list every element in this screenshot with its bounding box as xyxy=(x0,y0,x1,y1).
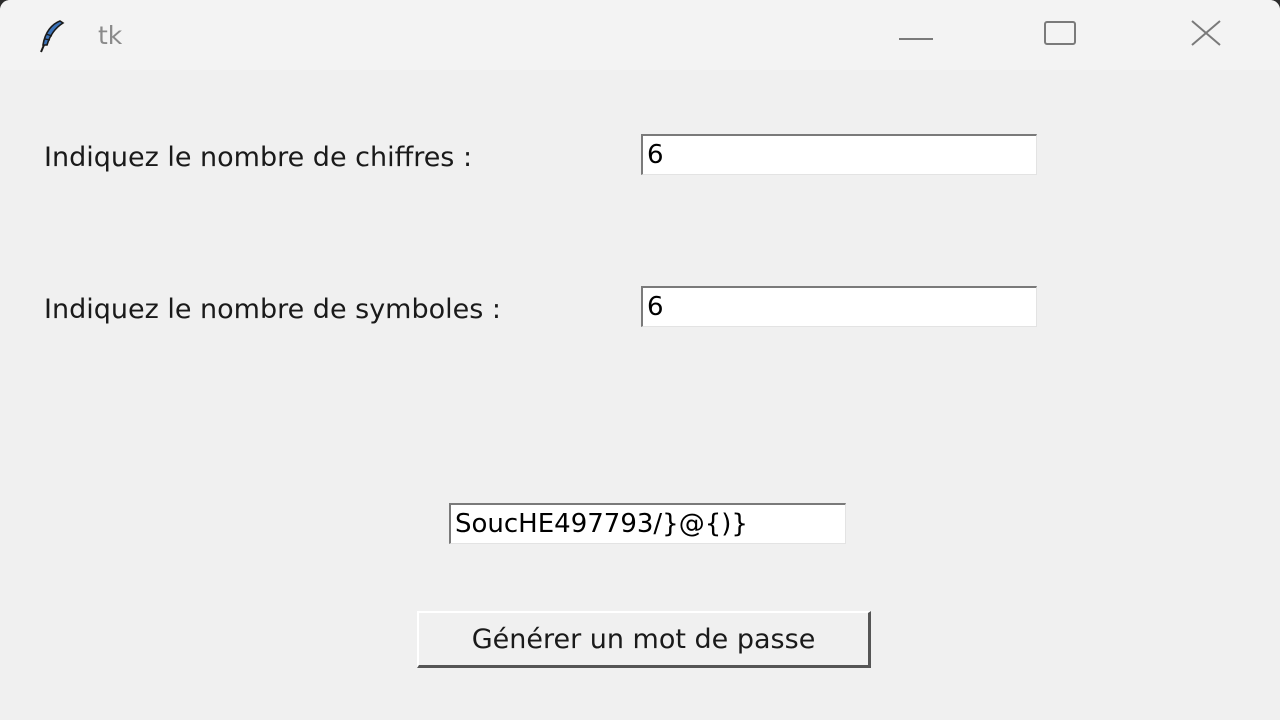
digits-label: Indiquez le nombre de chiffres : xyxy=(44,142,473,173)
window-title: tk xyxy=(98,21,123,50)
title-bar[interactable]: tk xyxy=(0,0,1280,70)
minimize-icon xyxy=(899,26,933,45)
maximize-icon xyxy=(1044,21,1076,49)
minimize-button[interactable] xyxy=(856,0,976,70)
tk-feather-icon xyxy=(38,18,68,54)
generate-password-button[interactable]: Générer un mot de passe xyxy=(417,611,871,668)
close-button[interactable] xyxy=(1146,0,1266,70)
maximize-button[interactable] xyxy=(1000,0,1120,70)
app-window: tk Indiquez le nombre de chiffres : Indi… xyxy=(0,0,1280,720)
digits-input[interactable] xyxy=(641,134,1037,175)
symbols-input[interactable] xyxy=(641,286,1037,327)
close-icon xyxy=(1190,20,1222,50)
password-output-field[interactable] xyxy=(449,503,846,544)
symbols-label: Indiquez le nombre de symboles : xyxy=(44,294,501,325)
